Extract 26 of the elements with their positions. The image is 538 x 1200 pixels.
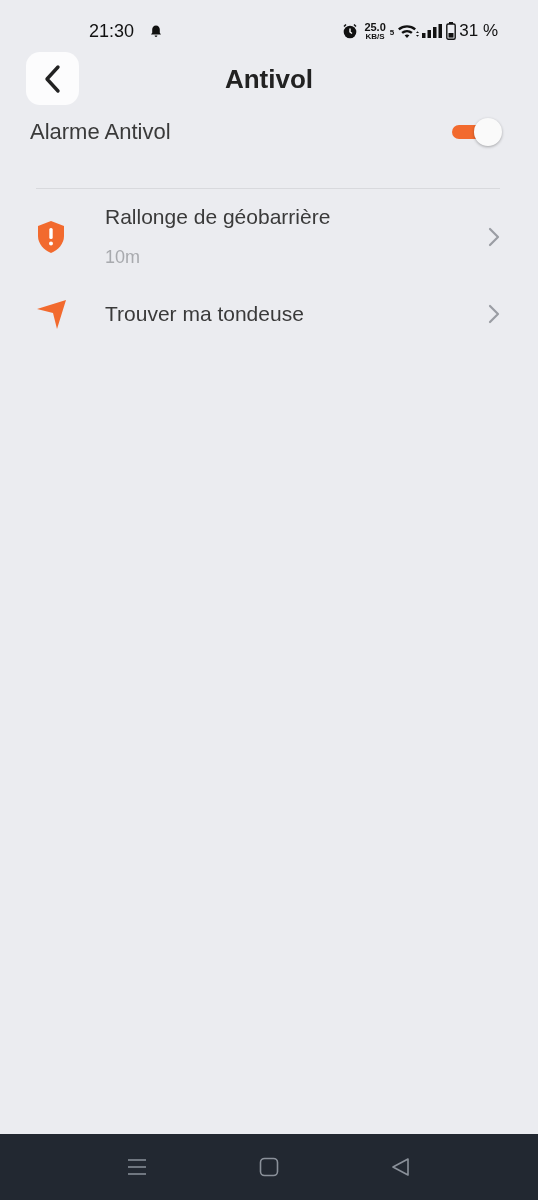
wifi-icon xyxy=(397,23,420,39)
menu-item[interactable]: Trouver ma tondeuse xyxy=(0,284,538,344)
shield-alert-icon xyxy=(36,219,66,254)
signal-icon xyxy=(422,24,444,38)
net-speed: 25.0 xyxy=(364,21,386,33)
item-value: 10m xyxy=(105,247,141,268)
wifi-generation-label: 5 xyxy=(389,28,395,37)
bell-icon xyxy=(150,24,163,38)
back-icon[interactable] xyxy=(391,1157,411,1177)
clock: 21:30 xyxy=(89,20,135,42)
chevron-right-icon xyxy=(488,304,500,324)
item-title: Rallonge de géobarrière xyxy=(105,205,332,229)
battery-level: 31 % xyxy=(459,21,498,41)
location-arrow-icon xyxy=(36,298,68,330)
battery-icon xyxy=(446,22,457,40)
home-icon[interactable] xyxy=(259,1157,279,1177)
menu-icon[interactable] xyxy=(127,1158,147,1176)
back-button[interactable] xyxy=(26,52,79,105)
alarm-toggle[interactable] xyxy=(450,117,504,147)
page-title: Antivol xyxy=(224,64,314,95)
alarm-clock-icon xyxy=(342,23,359,39)
alarm-label: Alarme Antivol xyxy=(30,119,171,145)
net-speed-unit: KB/S xyxy=(365,32,385,41)
menu-item[interactable]: Rallonge de géobarrière 10m xyxy=(0,189,538,284)
item-title: Trouver ma tondeuse xyxy=(105,302,305,326)
chevron-right-icon xyxy=(488,226,500,247)
